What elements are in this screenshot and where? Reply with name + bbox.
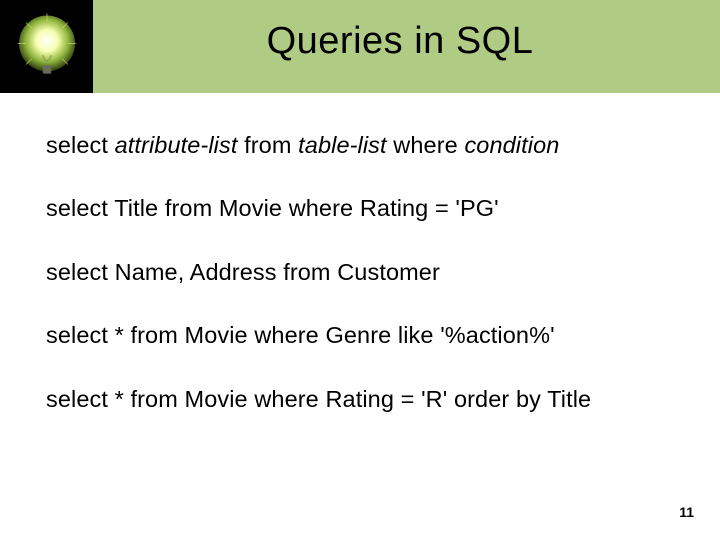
text-italic: table-list — [298, 132, 387, 158]
lightbulb-icon — [0, 0, 93, 93]
text-plain: where — [387, 132, 465, 158]
slide-title: Queries in SQL — [100, 20, 700, 63]
text-plain: select — [46, 132, 115, 158]
query-example-line: select Title from Movie where Rating = '… — [46, 194, 674, 223]
slide-content: select attribute-list from table-list wh… — [0, 93, 720, 414]
text-italic: attribute-list — [115, 132, 238, 158]
text-italic: condition — [464, 132, 559, 158]
query-syntax-line: select attribute-list from table-list wh… — [46, 131, 674, 160]
query-example-line: select Name, Address from Customer — [46, 258, 674, 287]
query-example-line: select * from Movie where Genre like '%a… — [46, 321, 674, 350]
page-number: 11 — [679, 504, 694, 520]
text-plain: from — [237, 132, 298, 158]
slide-header: Queries in SQL — [0, 0, 720, 93]
query-example-line: select * from Movie where Rating = 'R' o… — [46, 385, 674, 414]
slide: Queries in SQL select attribute-list fro… — [0, 0, 720, 540]
